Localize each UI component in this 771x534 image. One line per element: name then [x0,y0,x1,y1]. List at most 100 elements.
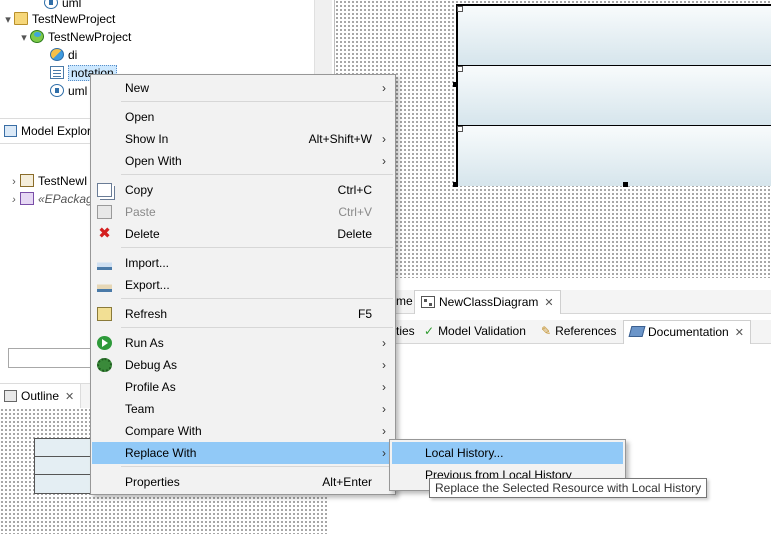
submenu-arrow-icon: › [382,132,386,146]
menu-item-shortcut: Alt+Shift+W [308,132,372,146]
menu-item-label: Team [125,402,155,416]
notation-file-icon [50,66,64,79]
model-explorer-item-model[interactable]: › TestNewI [8,172,87,190]
menu-item-import[interactable]: Import... [92,252,394,274]
tab-label: References [555,324,617,338]
tree-item-label: uml [68,84,88,98]
menu-item-properties[interactable]: Properties Alt+Enter [92,471,394,493]
paste-icon [97,205,112,219]
menu-item-shortcut: Ctrl+C [337,183,372,197]
menu-item-label: Export... [125,278,170,292]
model-explorer-icon [4,125,17,137]
class-compartment[interactable] [458,126,771,186]
menu-item-label: Debug As [125,358,178,372]
submenu-arrow-icon: › [382,424,386,438]
tab-documentation[interactable]: Documentation ✕ [623,320,751,344]
references-icon: ✎ [541,324,552,338]
expand-arrow-icon[interactable]: › [8,191,20,209]
class-shape[interactable] [456,4,771,186]
copy-icon [97,183,112,197]
menu-item-run-as[interactable]: Run As › [92,332,394,354]
menu-item-new[interactable]: New › [92,77,394,99]
close-icon[interactable]: ✕ [735,327,744,339]
menu-item-shortcut: Ctrl+V [338,205,372,219]
menu-item-local-history[interactable]: Local History... [392,442,623,464]
properties-tabbar: ties ✓ Model Validation ✎ References Docum… [334,320,771,344]
menu-separator [121,466,393,467]
compartment-toggle-icon[interactable] [457,66,463,72]
menu-item-debug-as[interactable]: Debug As › [92,354,394,376]
tree-item-di[interactable]: di [50,46,77,64]
uml-file-icon [44,0,58,9]
menu-item-open-with[interactable]: Open With › [92,150,394,172]
tree-item-papyrus-model[interactable]: ▾ TestNewProject [18,28,131,46]
model-explorer-item-epackage[interactable]: › «EPackag [8,190,93,208]
checkmark-icon: ✓ [424,324,435,338]
menu-item-label: Open [125,110,155,124]
menu-item-label: Delete [125,227,160,241]
tab-references[interactable]: ✎ References [541,320,616,344]
menu-item-team[interactable]: Team › [92,398,394,420]
tab-outline[interactable]: Outline ✕ [0,384,82,408]
submenu-arrow-icon: › [382,402,386,416]
resize-handle[interactable] [453,182,458,187]
folder-icon [14,12,28,25]
tree-item-label: «EPackag [38,192,93,206]
menu-item-label: Paste [125,205,156,219]
tab-model-validation[interactable]: ✓ Model Validation [424,320,526,344]
menu-item-label: Refresh [125,307,168,321]
class-compartment[interactable] [458,6,771,66]
resize-handle[interactable] [623,182,628,187]
menu-separator [121,101,393,102]
tab-label: Model Explor [21,124,92,138]
menu-item-label: New [125,81,150,95]
papyrus-model-icon [30,30,44,43]
menu-item-copy[interactable]: Copy Ctrl+C [92,179,394,201]
menu-separator [121,327,393,328]
tab-properties[interactable]: ties [396,320,415,344]
tree-item-uml[interactable]: uml [50,82,87,100]
export-icon [97,278,112,292]
submenu-arrow-icon: › [382,358,386,372]
close-icon[interactable]: ✕ [65,391,74,403]
refresh-icon [97,307,112,321]
menu-item-label: Local History... [425,446,504,460]
tab-model-explorer[interactable]: Model Explor [0,119,99,143]
collapse-arrow-icon[interactable]: ▾ [18,29,30,47]
resize-handle[interactable] [453,82,458,87]
tab-new-class-diagram[interactable]: NewClassDiagram ✕ [414,290,561,314]
tree-item-label: di [68,48,78,62]
class-diagram-icon [421,296,435,308]
submenu-arrow-icon: › [382,380,386,394]
menu-item-open[interactable]: Open [92,106,394,128]
context-menu: New › Open Show In Alt+Shift+W › Open Wi… [90,74,396,495]
menu-item-profile-as[interactable]: Profile As › [92,376,394,398]
menu-item-delete[interactable]: ✖ Delete Delete [92,223,394,245]
tree-item-label: TestNewProject [32,12,116,26]
menu-item-shortcut: F5 [357,307,372,321]
menu-item-export[interactable]: Export... [92,274,394,296]
menu-item-label: Properties [125,475,180,489]
close-icon[interactable]: ✕ [544,297,553,309]
di-file-icon [50,48,64,61]
uml-file-icon [50,84,64,97]
menu-item-replace-with[interactable]: Replace With › [92,442,394,464]
tooltip: Replace the Selected Resource with Local… [429,478,708,498]
tree-item-label: TestNewI [38,174,88,188]
tree-item-label: TestNewProject [48,30,132,44]
menu-item-compare-with[interactable]: Compare With › [92,420,394,442]
menu-item-show-in[interactable]: Show In Alt+Shift+W › [92,128,394,150]
outline-class-preview[interactable] [34,438,94,494]
tree-item-project-folder[interactable]: ▾ TestNewProject [2,10,115,28]
tab-label: NewClassDiagram [439,295,539,309]
expand-arrow-icon[interactable]: › [8,173,20,191]
menu-item-label: Run As [125,336,164,350]
menu-item-shortcut: Delete [337,227,372,241]
menu-item-refresh[interactable]: Refresh F5 [92,303,394,325]
menu-item-label: Open With [125,154,182,168]
tab-label: Model Validation [438,324,526,338]
collapse-arrow-icon[interactable]: ▾ [2,11,14,29]
class-compartment[interactable] [458,66,771,126]
compartment-toggle-icon[interactable] [457,6,463,12]
compartment-toggle-icon[interactable] [457,126,463,132]
